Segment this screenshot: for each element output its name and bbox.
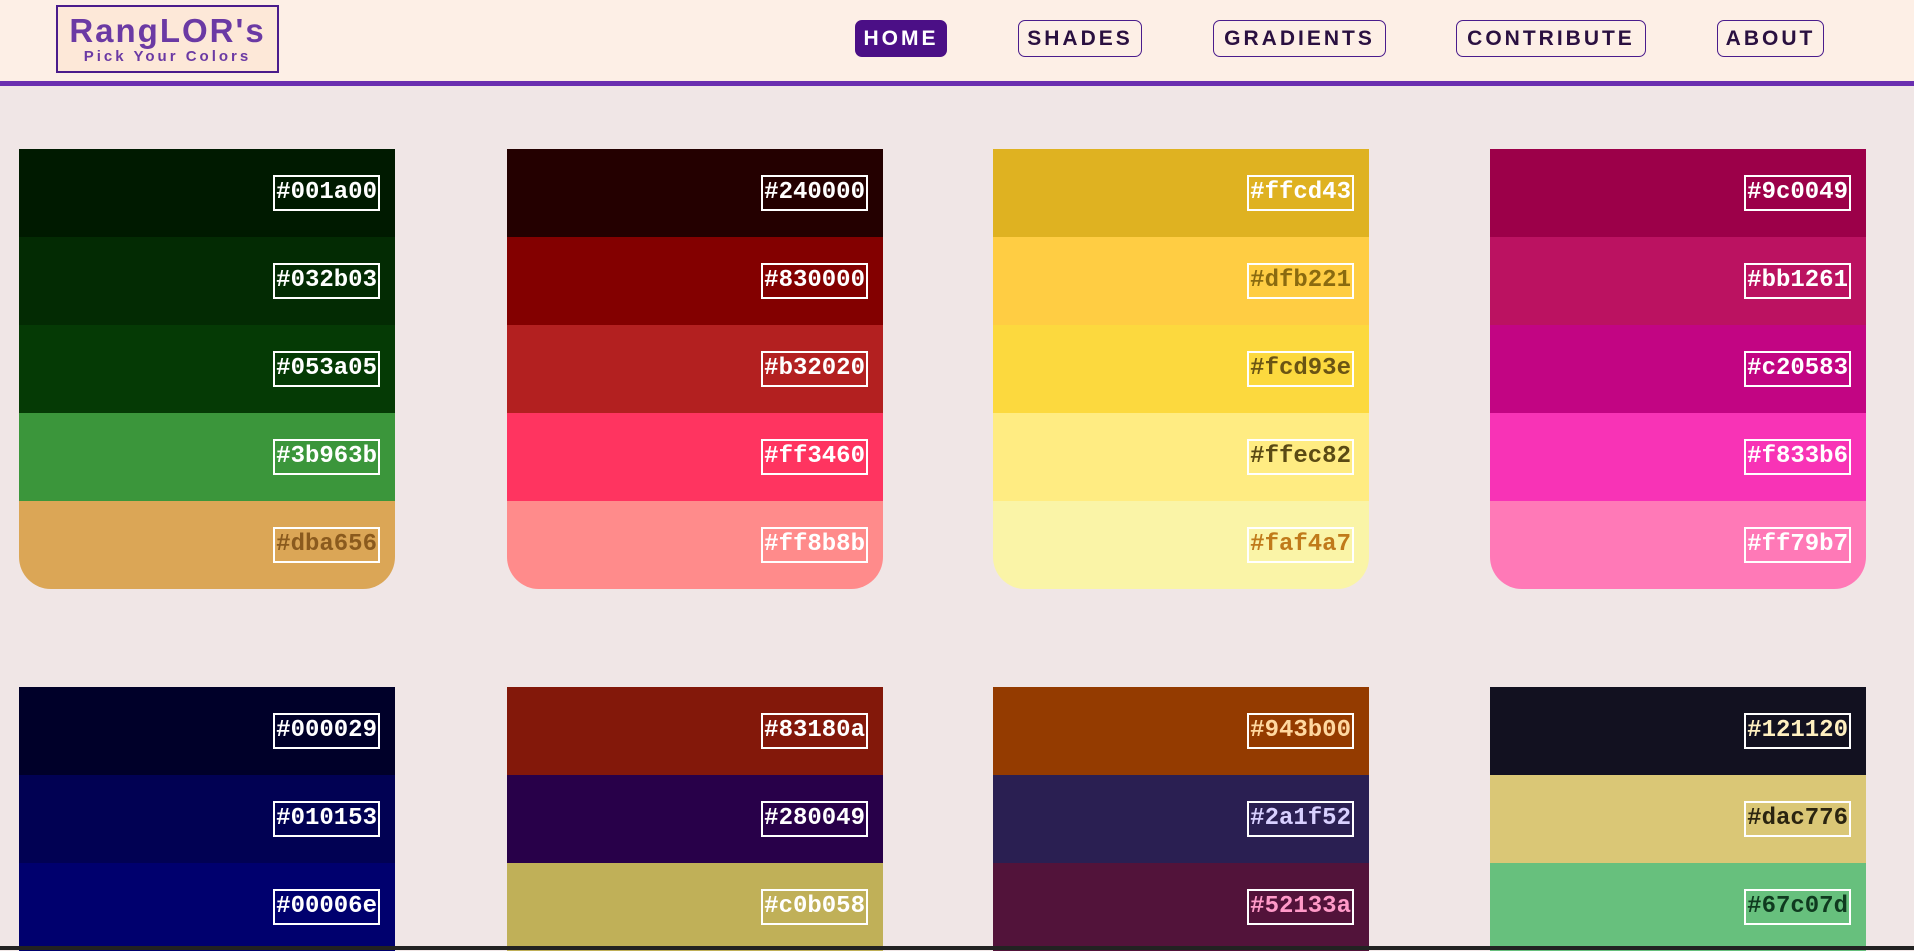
hex-code-label[interactable]: #121120 bbox=[1744, 713, 1851, 749]
color-swatch[interactable]: #c20583 bbox=[1490, 325, 1866, 413]
color-swatch[interactable]: #053a05 bbox=[19, 325, 395, 413]
color-swatch[interactable]: #83180a bbox=[507, 687, 883, 775]
color-swatch[interactable]: #dac776 bbox=[1490, 775, 1866, 863]
hex-code-label[interactable]: #83180a bbox=[761, 713, 868, 749]
nav-gradients-button[interactable]: GRADIENTS bbox=[1213, 20, 1386, 57]
palette-card: #001a00 #032b03 #053a05 #3b963b #dba656 bbox=[19, 149, 395, 589]
hex-code-label[interactable]: #001a00 bbox=[273, 175, 380, 211]
hex-code-label[interactable]: #ff8b8b bbox=[761, 527, 868, 563]
hex-code-label[interactable]: #faf4a7 bbox=[1247, 527, 1354, 563]
hex-code-label[interactable]: #67c07d bbox=[1744, 889, 1851, 925]
color-swatch[interactable]: #f833b6 bbox=[1490, 413, 1866, 501]
palette-card: #9c0049 #bb1261 #c20583 #f833b6 #ff79b7 bbox=[1490, 149, 1866, 589]
hex-code-label[interactable]: #dfb221 bbox=[1247, 263, 1354, 299]
palette-card: #240000 #830000 #b32020 #ff3460 #ff8b8b bbox=[507, 149, 883, 589]
hex-code-label[interactable]: #dac776 bbox=[1744, 801, 1851, 837]
color-swatch[interactable]: #faf4a7 bbox=[993, 501, 1369, 589]
color-swatch[interactable]: #001a00 bbox=[19, 149, 395, 237]
hex-code-label[interactable]: #943b00 bbox=[1247, 713, 1354, 749]
color-swatch[interactable]: #ffec82 bbox=[993, 413, 1369, 501]
hex-code-label[interactable]: #dba656 bbox=[273, 527, 380, 563]
hex-code-label[interactable]: #c0b058 bbox=[761, 889, 868, 925]
palette-card: #000029 #010153 #00006e bbox=[19, 687, 395, 951]
hex-code-label[interactable]: #010153 bbox=[273, 801, 380, 837]
logo-title: RangLOR's bbox=[69, 12, 266, 49]
hex-code-label[interactable]: #280049 bbox=[761, 801, 868, 837]
color-swatch[interactable]: #ff8b8b bbox=[507, 501, 883, 589]
color-swatch[interactable]: #ffcd43 bbox=[993, 149, 1369, 237]
hex-code-label[interactable]: #f833b6 bbox=[1744, 439, 1851, 475]
hex-code-label[interactable]: #032b03 bbox=[273, 263, 380, 299]
hex-code-label[interactable]: #053a05 bbox=[273, 351, 380, 387]
nav-home-button[interactable]: HOME bbox=[855, 20, 947, 57]
horizontal-scrollbar[interactable] bbox=[0, 946, 1914, 950]
logo-subtitle: Pick Your Colors bbox=[83, 48, 252, 65]
hex-code-label[interactable]: #c20583 bbox=[1744, 351, 1851, 387]
color-swatch[interactable]: #ff3460 bbox=[507, 413, 883, 501]
hex-code-label[interactable]: #bb1261 bbox=[1744, 263, 1851, 299]
hex-code-label[interactable]: #ffcd43 bbox=[1247, 175, 1354, 211]
hex-code-label[interactable]: #ff3460 bbox=[761, 439, 868, 475]
color-swatch[interactable]: #c0b058 bbox=[507, 863, 883, 951]
color-swatch[interactable]: #943b00 bbox=[993, 687, 1369, 775]
color-swatch[interactable]: #bb1261 bbox=[1490, 237, 1866, 325]
logo[interactable]: RangLOR's Pick Your Colors bbox=[56, 5, 279, 73]
color-swatch[interactable]: #dba656 bbox=[19, 501, 395, 589]
color-swatch[interactable]: #ff79b7 bbox=[1490, 501, 1866, 589]
color-swatch[interactable]: #dfb221 bbox=[993, 237, 1369, 325]
hex-code-label[interactable]: #00006e bbox=[273, 889, 380, 925]
color-swatch[interactable]: #52133a bbox=[993, 863, 1369, 951]
hex-code-label[interactable]: #9c0049 bbox=[1744, 175, 1851, 211]
color-swatch[interactable]: #3b963b bbox=[19, 413, 395, 501]
site-header: RangLOR's Pick Your Colors HOME SHADES G… bbox=[0, 0, 1914, 86]
hex-code-label[interactable]: #b32020 bbox=[761, 351, 868, 387]
color-swatch[interactable]: #b32020 bbox=[507, 325, 883, 413]
hex-code-label[interactable]: #240000 bbox=[761, 175, 868, 211]
hex-code-label[interactable]: #000029 bbox=[273, 713, 380, 749]
hex-code-label[interactable]: #830000 bbox=[761, 263, 868, 299]
palette-card: #121120 #dac776 #67c07d bbox=[1490, 687, 1866, 951]
hex-code-label[interactable]: #3b963b bbox=[273, 439, 380, 475]
color-swatch[interactable]: #032b03 bbox=[19, 237, 395, 325]
color-swatch[interactable]: #2a1f52 bbox=[993, 775, 1369, 863]
nav-shades-button[interactable]: SHADES bbox=[1018, 20, 1142, 57]
color-swatch[interactable]: #830000 bbox=[507, 237, 883, 325]
palette-card: #ffcd43 #dfb221 #fcd93e #ffec82 #faf4a7 bbox=[993, 149, 1369, 589]
hex-code-label[interactable]: #ff79b7 bbox=[1744, 527, 1851, 563]
hex-code-label[interactable]: #ffec82 bbox=[1247, 439, 1354, 475]
color-swatch[interactable]: #fcd93e bbox=[993, 325, 1369, 413]
color-swatch[interactable]: #010153 bbox=[19, 775, 395, 863]
hex-code-label[interactable]: #52133a bbox=[1247, 889, 1354, 925]
color-swatch[interactable]: #67c07d bbox=[1490, 863, 1866, 951]
color-swatch[interactable]: #240000 bbox=[507, 149, 883, 237]
nav-contribute-button[interactable]: CONTRIBUTE bbox=[1456, 20, 1646, 57]
color-swatch[interactable]: #9c0049 bbox=[1490, 149, 1866, 237]
hex-code-label[interactable]: #fcd93e bbox=[1247, 351, 1354, 387]
nav-about-button[interactable]: ABOUT bbox=[1717, 20, 1824, 57]
palette-card: #943b00 #2a1f52 #52133a bbox=[993, 687, 1369, 951]
hex-code-label[interactable]: #2a1f52 bbox=[1247, 801, 1354, 837]
color-swatch[interactable]: #121120 bbox=[1490, 687, 1866, 775]
color-swatch[interactable]: #000029 bbox=[19, 687, 395, 775]
color-swatch[interactable]: #00006e bbox=[19, 863, 395, 951]
color-swatch[interactable]: #280049 bbox=[507, 775, 883, 863]
palette-card: #83180a #280049 #c0b058 bbox=[507, 687, 883, 951]
